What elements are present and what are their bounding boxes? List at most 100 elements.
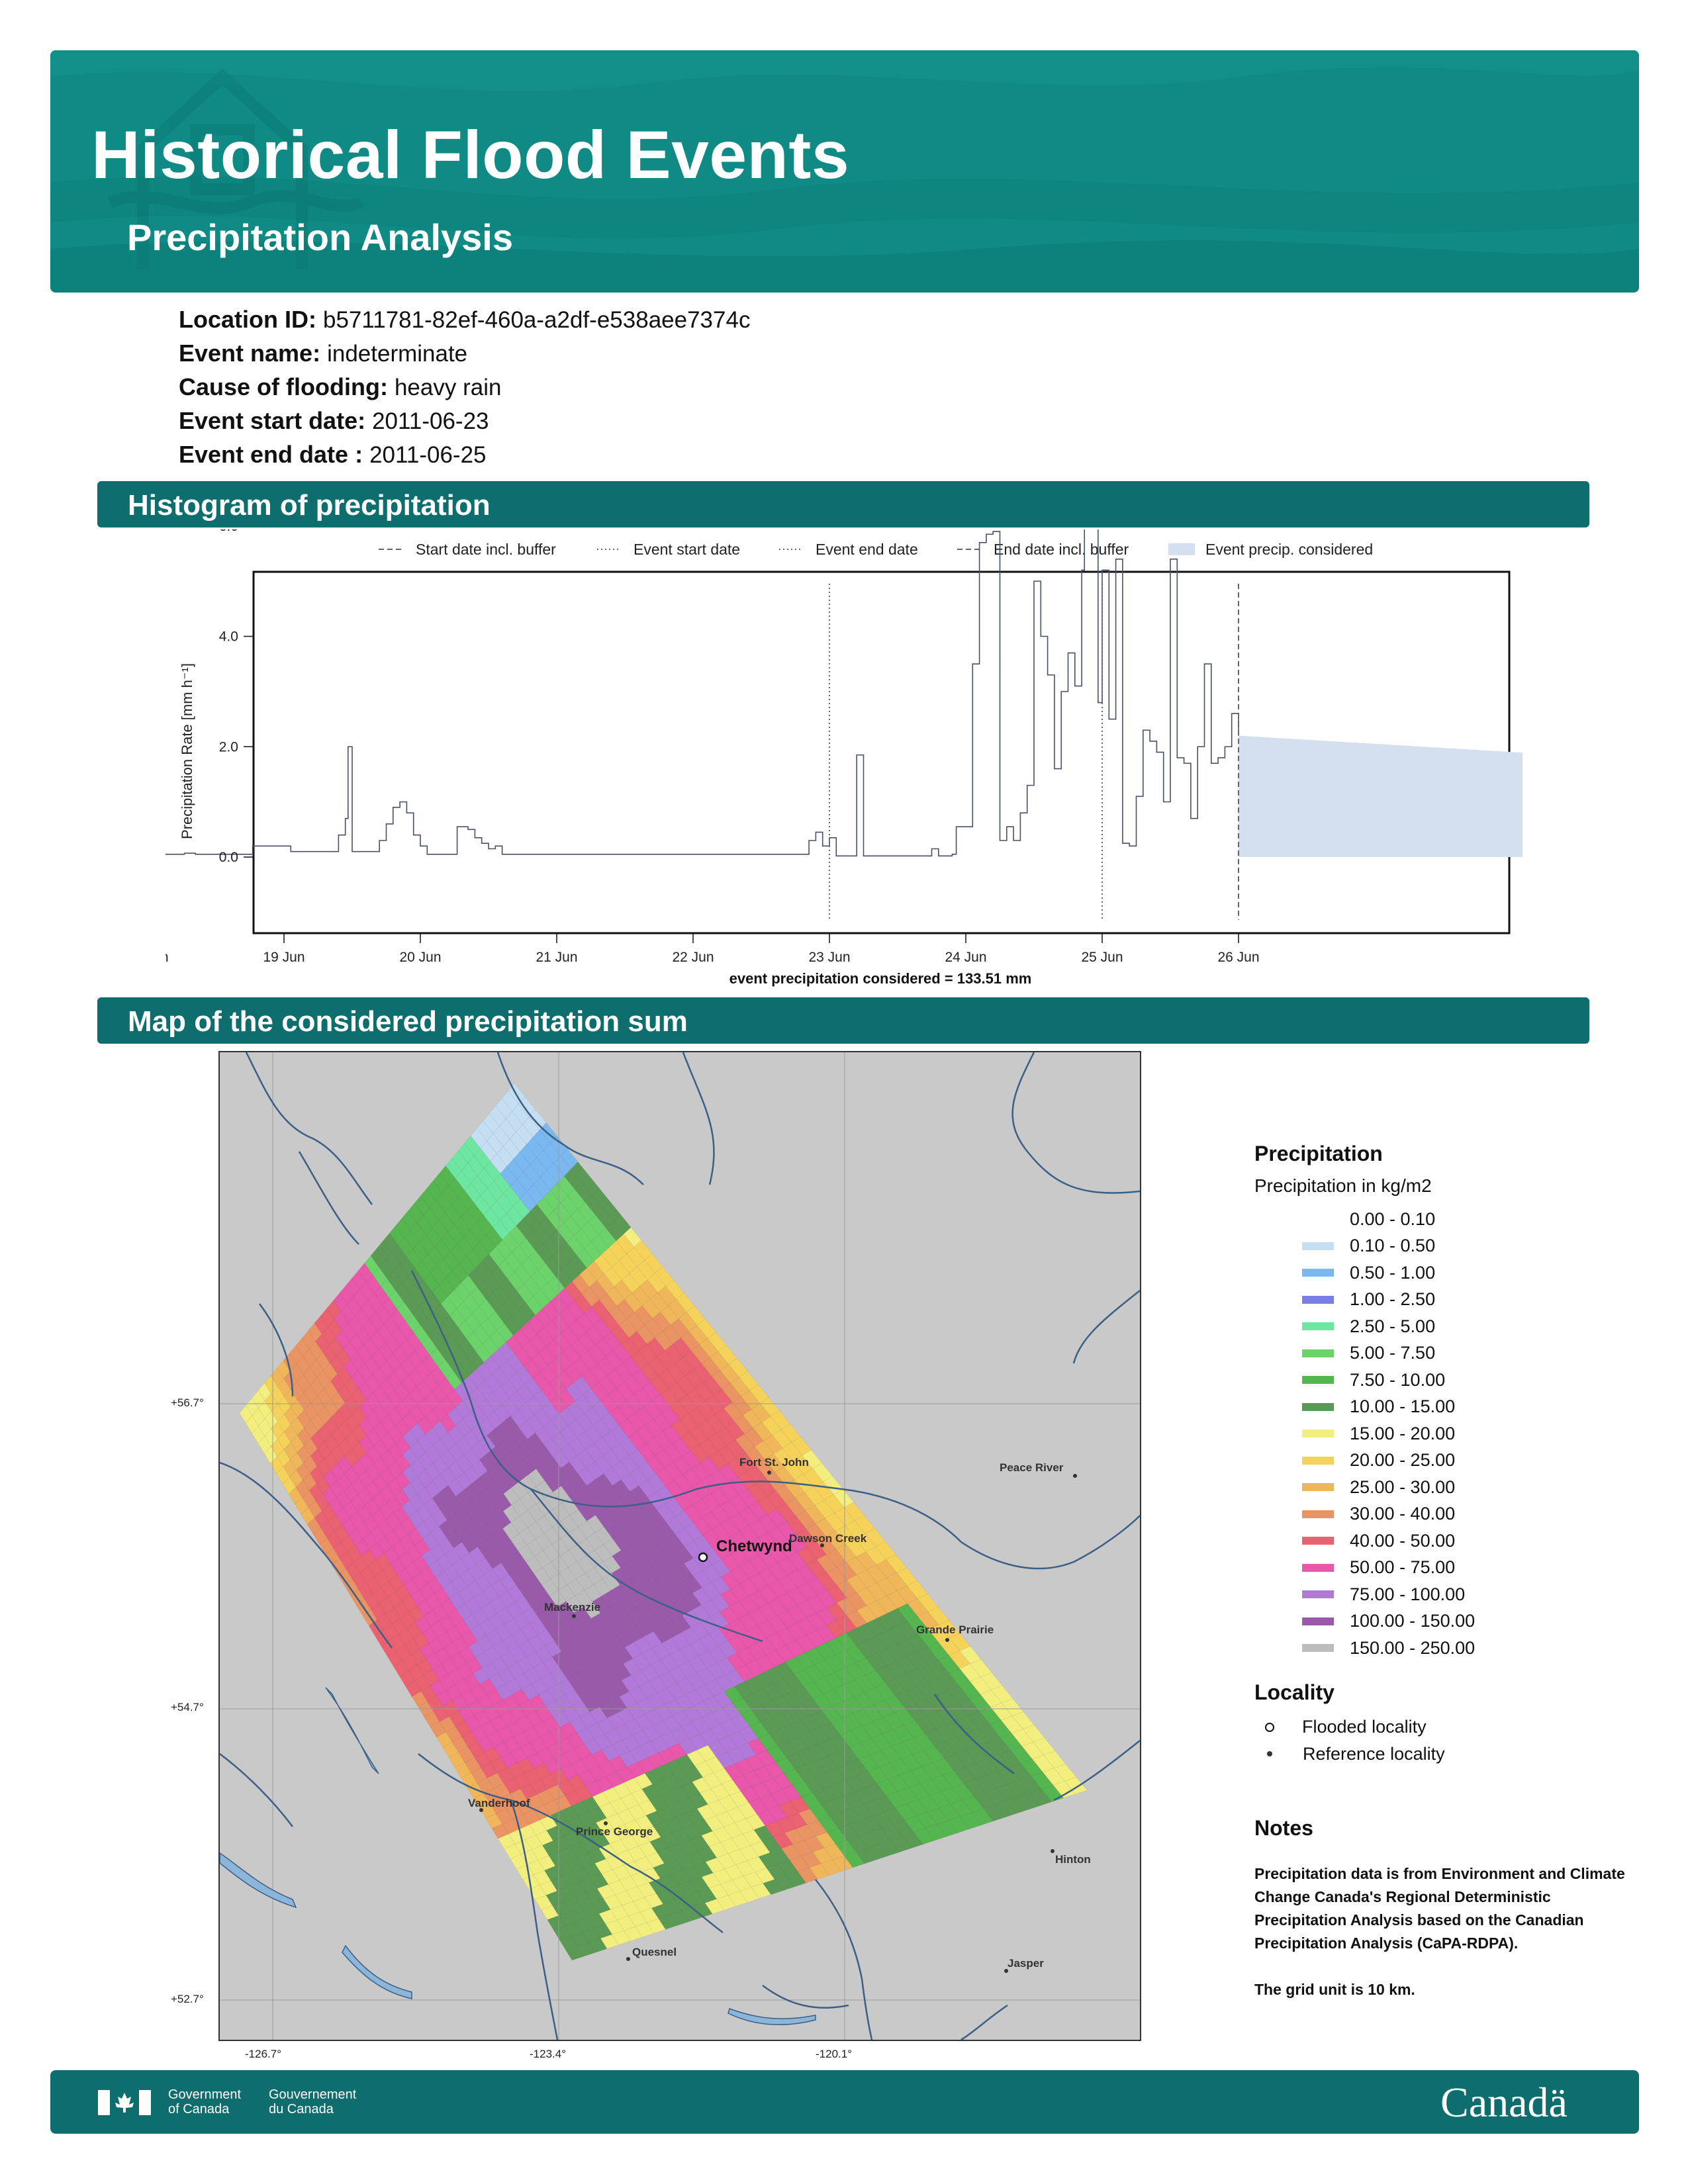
legend-class-row: 50.00 - 75.00 xyxy=(1254,1555,1625,1582)
flooded-locality-marker xyxy=(698,1552,708,1563)
reference-marker-icon xyxy=(1267,1751,1272,1757)
legend-class-label: 2.50 - 5.00 xyxy=(1350,1316,1436,1336)
legend-swatch-considered xyxy=(1168,543,1195,555)
precipitation-histogram: Start date incl. buffer Event start date… xyxy=(165,529,1523,987)
legend-classes: 0.00 - 0.10 0.10 - 0.50 0.50 - 1.00 1.00 - … xyxy=(1254,1206,1625,1662)
y-axis-label: Precipitation Rate [mm h⁻¹] xyxy=(179,663,195,839)
y-tick-label-1: 2.0 xyxy=(219,739,238,754)
map-section-bar: Map of the considered precipitation sum xyxy=(97,997,1589,1044)
legend-flooded-label: Flooded locality xyxy=(1302,1717,1427,1737)
lon-label-2: -123.4° xyxy=(530,2048,567,2060)
canada-wordmark: Canadä xyxy=(1440,2079,1568,2126)
gov-fr: Gouvernement du Canada xyxy=(269,2087,356,2116)
x-axis-label: event precipitation considered = 133.51 … xyxy=(729,970,1032,987)
legend-class-row: 30.00 - 40.00 xyxy=(1254,1501,1625,1528)
legend-swatch xyxy=(1302,1590,1334,1599)
cause-label: Cause of flooding: xyxy=(179,373,388,400)
legend-flooded-row: Flooded locality xyxy=(1254,1714,1625,1741)
lon-label-1: -126.7° xyxy=(245,2048,282,2060)
legend-class-label: 7.50 - 10.00 xyxy=(1350,1369,1446,1390)
legend-swatch xyxy=(1302,1563,1334,1572)
legend-swatch xyxy=(1302,1537,1334,1545)
lat-label-1: +56.7° xyxy=(171,1396,204,1409)
considered-precip-area xyxy=(1239,735,1523,857)
y-tick-label-3: 6.0 xyxy=(219,529,238,534)
legend-label-event-end: Event end date xyxy=(816,541,918,558)
legend-label-considered: Event precip. considered xyxy=(1205,541,1373,558)
end-date-row: Event end date :2011-06-25 xyxy=(179,441,487,469)
precipitation-map[interactable]: Chetwynd Fort St. John Dawson Creek Peac… xyxy=(218,1051,1141,2041)
location-value: b5711781-82ef-460a-a2df-e538aee7374c xyxy=(322,307,751,333)
legend-class-row: 25.00 - 30.00 xyxy=(1254,1474,1625,1501)
legend-label-event-start: Event start date xyxy=(633,541,740,558)
locality-title: Locality xyxy=(1254,1680,1335,1704)
legend-class-label: 20.00 - 25.00 xyxy=(1350,1450,1456,1471)
legend-swatch xyxy=(1302,1269,1334,1277)
end-date-label: Event end date : xyxy=(179,441,363,468)
legend-class-label: 25.00 - 30.00 xyxy=(1350,1477,1456,1497)
legend-swatch xyxy=(1302,1349,1334,1357)
location-label: Location ID: xyxy=(179,306,316,333)
place-mackenzie: Mackenzie xyxy=(544,1601,600,1614)
end-date-value: 2011-06-25 xyxy=(369,442,487,468)
legend-class-row: 150.00 - 250.00 xyxy=(1254,1635,1625,1662)
x-tick-label-8: 26 Jun xyxy=(1217,950,1259,965)
cause-value: heavy rain xyxy=(394,375,502,400)
legend-class-row: 100.00 - 150.00 xyxy=(1254,1608,1625,1635)
place-fort-st-john: Fort St. John xyxy=(739,1456,809,1469)
legend-label-end-buffer: End date incl. buffer xyxy=(994,541,1129,558)
legend-class-row: 1.00 - 2.50 xyxy=(1254,1287,1625,1314)
histogram-section-bar: Histogram of precipitation xyxy=(97,481,1589,527)
notes-text-grid: The grid unit is 10 km. xyxy=(1254,1981,1415,1998)
flooded-marker-icon xyxy=(1265,1722,1274,1732)
legend-subtitle: Precipitation in kg/m2 xyxy=(1254,1175,1432,1196)
legend-class-label: 40.00 - 50.00 xyxy=(1350,1530,1456,1551)
legend-class-row: 0.50 - 1.00 xyxy=(1254,1259,1625,1287)
place-peace-river: Peace River xyxy=(1000,1461,1064,1474)
ref-marker-hinton xyxy=(1051,1849,1055,1853)
ref-marker-quesnel xyxy=(626,1957,630,1961)
legend-class-label: 10.00 - 15.00 xyxy=(1350,1396,1456,1417)
notes-title: Notes xyxy=(1254,1816,1313,1840)
x-tick-label-4: 22 Jun xyxy=(672,950,714,965)
place-chetwynd: Chetwynd xyxy=(716,1537,792,1555)
legend-class-label: 50.00 - 75.00 xyxy=(1350,1557,1456,1578)
lat-label-2: +54.7° xyxy=(171,1701,204,1713)
start-date-value: 2011-06-23 xyxy=(372,408,489,434)
legend-swatch xyxy=(1302,1510,1334,1518)
place-grande-prairie: Grande Prairie xyxy=(916,1623,994,1636)
legend-swatch xyxy=(1302,1242,1334,1250)
x-tick-label-7: 25 Jun xyxy=(1081,950,1123,965)
legend-class-row: 20.00 - 25.00 xyxy=(1254,1447,1625,1475)
legend-swatch xyxy=(1302,1483,1334,1492)
legend-swatch xyxy=(1302,1456,1334,1465)
legend-class-label: 30.00 - 40.00 xyxy=(1350,1504,1456,1524)
legend-class-row: 2.50 - 5.00 xyxy=(1254,1313,1625,1340)
legend-class-label: 0.10 - 0.50 xyxy=(1350,1236,1436,1256)
x-tick-label-3: 21 Jun xyxy=(536,950,577,965)
legend-reference-label: Reference locality xyxy=(1303,1743,1445,1764)
event-name-label: Event name: xyxy=(179,340,321,367)
lon-label-3: -120.1° xyxy=(816,2048,853,2060)
y-tick-label-2: 4.0 xyxy=(219,629,238,645)
legend-class-label: 100.00 - 150.00 xyxy=(1350,1611,1476,1631)
gov-fr-line1: Gouvernement xyxy=(269,2087,357,2102)
x-tick-label-0: 18 Jun xyxy=(165,950,169,965)
lat-label-3: +52.7° xyxy=(171,1993,204,2005)
legend-swatch xyxy=(1302,1617,1334,1625)
x-tick-label-2: 20 Jun xyxy=(399,950,441,965)
event-name-row: Event name: indeterminate xyxy=(179,340,467,367)
place-vanderhoof: Vanderhoof xyxy=(468,1797,530,1809)
page-title: Historical Flood Events xyxy=(91,117,850,193)
place-hinton: Hinton xyxy=(1055,1853,1091,1866)
histogram-section-title: Histogram of precipitation xyxy=(128,489,491,522)
gov-fr-line2: du Canada xyxy=(269,2102,334,2116)
legend-swatch xyxy=(1302,1322,1334,1331)
legend-swatch xyxy=(1302,1215,1334,1224)
footer-bar: Government of Canada Gouvernement du Can… xyxy=(50,2070,1639,2134)
legend-title: Precipitation xyxy=(1254,1142,1383,1165)
legend-class-label: 5.00 - 7.50 xyxy=(1350,1343,1436,1363)
gov-en-line2: of Canada xyxy=(168,2102,230,2116)
map-legend: Precipitation Precipitation in kg/m2 0.0… xyxy=(1254,1142,1625,1768)
legend-class-row: 7.50 - 10.00 xyxy=(1254,1367,1625,1394)
